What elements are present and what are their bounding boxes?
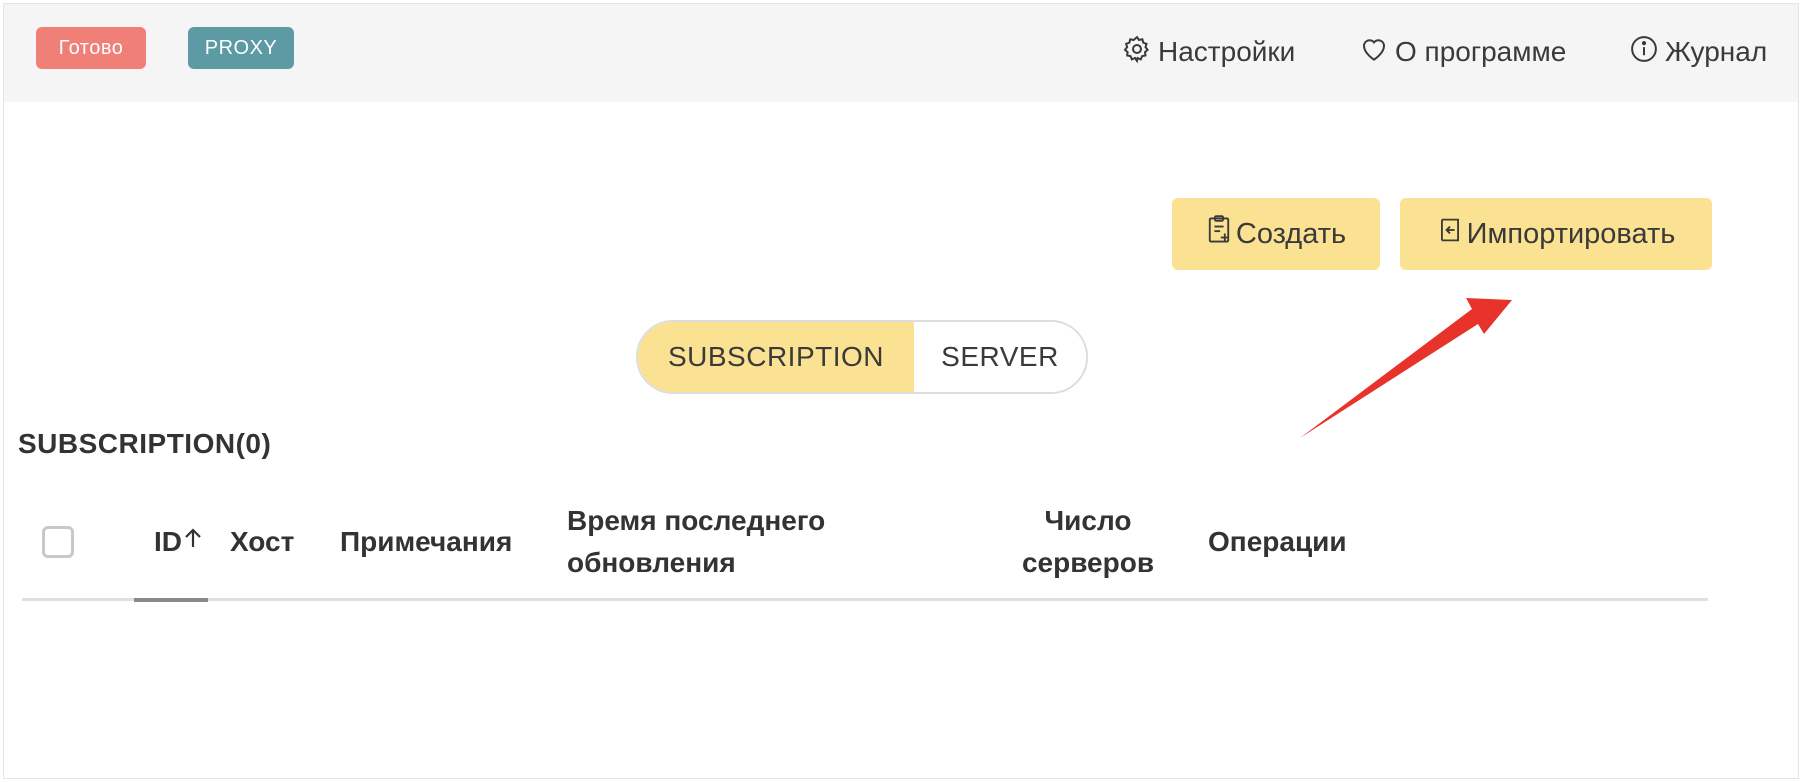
toggle-subscription[interactable]: SUBSCRIPTION xyxy=(638,322,914,392)
nav-about[interactable]: О программе xyxy=(1359,32,1566,72)
column-last-update-line2: обновления xyxy=(567,547,736,578)
create-button-label: Создать xyxy=(1235,217,1347,250)
column-server-count[interactable]: Число серверов xyxy=(1018,500,1158,584)
create-button[interactable]: Создать xyxy=(1172,198,1380,270)
nav-log[interactable]: Журнал xyxy=(1629,32,1767,72)
import-icon xyxy=(1437,215,1467,253)
column-id-label: ID xyxy=(154,526,182,557)
status-badge[interactable]: Готово xyxy=(36,27,146,69)
mode-badge[interactable]: PROXY xyxy=(188,27,294,69)
nav-log-label: Журнал xyxy=(1665,36,1768,67)
column-id[interactable]: ID xyxy=(154,521,204,563)
nav-settings[interactable]: Настройки xyxy=(1122,32,1295,72)
table-header: ID Хост Примечания Время последнего обно… xyxy=(18,490,1708,602)
header-divider xyxy=(22,598,1708,601)
select-all-checkbox[interactable] xyxy=(42,526,74,558)
top-bar: Готово PROXY Настройки О программе Журна… xyxy=(4,4,1798,102)
column-notes[interactable]: Примечания xyxy=(340,521,512,563)
sort-indicator xyxy=(134,598,208,602)
column-operations: Операции xyxy=(1208,526,1347,557)
column-server-count-line2: серверов xyxy=(1021,547,1155,578)
app-window: Готово PROXY Настройки О программе Журна… xyxy=(3,3,1799,779)
nav-settings-label: Настройки xyxy=(1158,36,1296,67)
view-toggle: SUBSCRIPTION SERVER xyxy=(636,320,1088,394)
heart-icon xyxy=(1359,34,1395,71)
toggle-server[interactable]: SERVER xyxy=(914,322,1086,392)
column-last-update[interactable]: Время последнего обновления xyxy=(567,500,887,584)
import-button[interactable]: Импортировать xyxy=(1400,198,1712,270)
section-title: SUBSCRIPTION(0) xyxy=(18,428,272,459)
column-last-update-line1: Время последнего xyxy=(567,505,826,536)
sort-ascending-icon xyxy=(182,521,204,563)
gear-icon xyxy=(1122,34,1158,71)
nav-about-label: О программе xyxy=(1395,36,1567,67)
info-icon xyxy=(1629,34,1665,71)
column-host[interactable]: Хост xyxy=(230,521,294,563)
import-button-label: Импортировать xyxy=(1466,217,1676,250)
column-server-count-line1: Число xyxy=(1044,505,1132,536)
clipboard-add-icon xyxy=(1206,215,1236,253)
